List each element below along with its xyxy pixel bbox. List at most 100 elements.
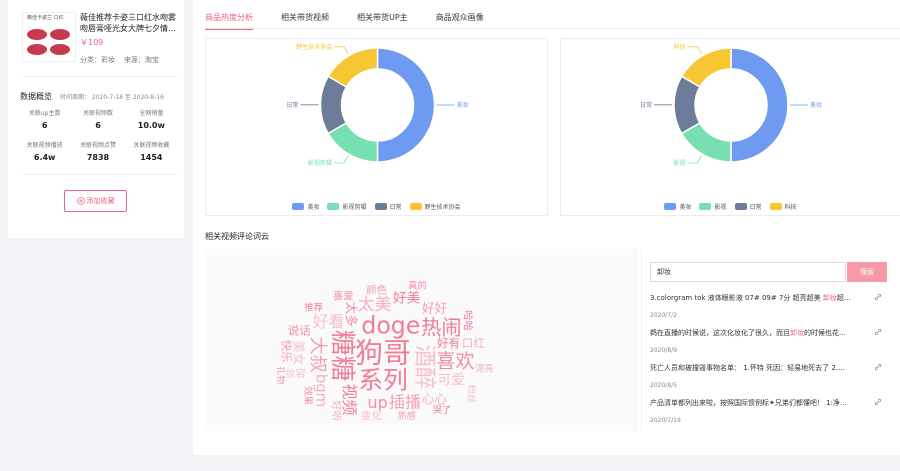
search-button[interactable]: 搜索: [847, 262, 887, 282]
wordcloud-word[interactable]: 好美: [393, 291, 421, 307]
wordcloud-word[interactable]: 系列: [358, 365, 407, 394]
tab-audience[interactable]: 商品观众画像: [436, 0, 484, 28]
donut-slice[interactable]: [376, 47, 436, 163]
wordcloud-word[interactable]: up: [368, 393, 388, 412]
stat-value: 6: [41, 121, 48, 130]
tab-related-up[interactable]: 相关带货UP主: [357, 0, 408, 28]
donut-chart-svg: 美妆影视剪辑 日常 野生技术协会: [286, 43, 468, 167]
stat-label: 关联视频点赞: [79, 142, 116, 149]
wordcloud-word[interactable]: 糖糖: [327, 330, 357, 382]
legend-item[interactable]: 科技: [769, 202, 797, 211]
wordcloud-word[interactable]: 颜色: [366, 284, 387, 297]
wordcloud-word[interactable]: 喜欢: [436, 349, 474, 372]
wordcloud-word[interactable]: 太多: [344, 302, 359, 327]
donut-slice[interactable]: [680, 47, 732, 88]
wordcloud-word[interactable]: 妆容: [285, 367, 306, 380]
legend-swatch: [409, 203, 422, 210]
comment-date: 2020/8/5: [650, 382, 677, 389]
product-thumbnail[interactable]: 薇佳卡姿兰 口红: [22, 12, 76, 62]
wordcloud-word[interactable]: 好看: [313, 312, 345, 331]
link-icon[interactable]: [874, 293, 882, 301]
legend-label: 美妆: [679, 204, 692, 211]
wordcloud-word[interactable]: 粉丝: [466, 385, 478, 404]
main-panel: 商品热度分析 相关带货视频 相关带货UP主 商品观众画像 美妆 影视剪辑 日常 野生技…: [193, 0, 900, 455]
legend-label: 日常: [389, 204, 402, 211]
comment-text: 产品清单都列出来啦，按照国际惯例标✦兄弟们都懂吧！ 1:净…: [650, 398, 870, 408]
wordcloud-word[interactable]: 礼物: [274, 366, 286, 385]
wordcloud-word[interactable]: 可爱: [437, 373, 464, 389]
comment-text: 死亡人员和被撞毁事物名单： 1.怀特 死因：轻易地死去了 2.…: [650, 363, 870, 373]
stat-value: 6.4w: [33, 153, 56, 162]
donut-slice[interactable]: [730, 47, 789, 163]
comment-item[interactable]: 产品清单都列出来啦，按照国际惯例标✦兄弟们都懂吧！ 1:净… 2020/7/19: [650, 398, 888, 424]
comment-highlight: 卸妆: [822, 294, 837, 302]
legend-item[interactable]: 影视: [699, 202, 727, 211]
comment-text-part: 的时候也花…: [804, 329, 846, 337]
donut-slice[interactable]: [327, 47, 379, 88]
slice-leader-line: [687, 46, 702, 55]
product-title[interactable]: 薇佳推荐卡姿三口红水吻雾吻唇膏哑光女大牌七夕情…: [80, 12, 178, 34]
stats-grid: 关联up主数 6 关联视频数 6 全网销量 10.0w 关联视频播放 6.4w 关联视频…: [18, 108, 178, 162]
wordcloud-word[interactable]: 酒醉: [411, 344, 437, 389]
slice-label: 日常: [286, 101, 298, 109]
link-icon[interactable]: [874, 398, 882, 406]
wordcloud-word[interactable]: 喜爱: [333, 289, 354, 302]
comment-text-part: 3.colorgram tok 液体眼影液 07# 09# 7分 超亮超美: [650, 294, 823, 302]
wordcloud-word[interactable]: 大叔: [307, 337, 328, 373]
legend-item[interactable]: 美妆: [292, 202, 319, 211]
wordcloud-word[interactable]: doge: [361, 311, 420, 339]
wordcloud-word[interactable]: 说话: [288, 323, 311, 337]
stat-label: 全网销量: [139, 110, 164, 117]
legend-label: 科技: [784, 204, 797, 211]
wordcloud-word[interactable]: 效果: [302, 386, 314, 405]
wordcloud-word[interactable]: 口红: [462, 336, 485, 350]
tab-related-videos[interactable]: 相关带货视频: [281, 0, 329, 28]
wordcloud-word[interactable]: 哭了: [433, 405, 452, 416]
comment-search-input[interactable]: [650, 262, 846, 282]
legend-swatch: [292, 203, 305, 210]
wordcloud-word[interactable]: bgm: [313, 374, 330, 407]
source-label: 来源：: [123, 56, 145, 64]
legend-swatch: [374, 203, 387, 210]
tab-divider: [205, 28, 900, 29]
comment-item[interactable]: 3.colorgram tok 液体眼影液 07# 09# 7分 超亮超美 卸妆…: [650, 293, 888, 319]
wordcloud-word[interactable]: 质感: [397, 410, 416, 422]
link-icon[interactable]: [874, 328, 882, 336]
comment-item[interactable]: 鹈在直播的时候说，这次化妆化了很久，而且卸妆的时候也花… 2020/8/9: [650, 328, 888, 354]
slice-label: 科技: [674, 43, 686, 51]
slice-label: 野生技术协会: [296, 43, 332, 51]
link-icon[interactable]: [874, 363, 882, 371]
wordcloud-word[interactable]: 好听: [330, 401, 342, 422]
add-favorite-button[interactable]: 添加收藏: [64, 190, 127, 212]
wordcloud-word[interactable]: 漂亮: [475, 362, 494, 374]
stat-label: 关联视频播放: [26, 142, 63, 149]
legend-label: 影视剪辑: [342, 204, 367, 211]
legend-item[interactable]: 野生技术协会: [409, 202, 461, 211]
wordcloud-word[interactable]: 好有: [437, 336, 460, 350]
comment-text-part: 死亡人员和被撞毁事物名单： 1.怀特 死因：轻易地死去了 2.…: [650, 364, 846, 372]
wordcloud-word[interactable]: 哈哈: [462, 310, 475, 331]
legend-item[interactable]: 影视剪辑: [327, 202, 367, 211]
wordcloud-word[interactable]: 变化: [361, 409, 382, 422]
wordcloud-word[interactable]: 插播: [389, 393, 421, 412]
legend-item[interactable]: 日常: [734, 202, 762, 211]
wordcloud-word[interactable]: 快乐: [280, 340, 294, 363]
legend-label: 野生技术协会: [424, 204, 461, 211]
tab-heat-analysis[interactable]: 商品热度分析: [205, 0, 253, 30]
divider: [22, 76, 178, 77]
comment-text: 鹈在直播的时候说，这次化妆化了很久，而且卸妆的时候也花…: [650, 328, 870, 338]
comment-highlight: 卸妆: [790, 329, 804, 337]
stat-value: 10.0w: [137, 121, 165, 130]
comment-item[interactable]: 死亡人员和被撞毁事物名单： 1.怀特 死因：轻易地死去了 2.… 2020/8/…: [650, 363, 888, 389]
thumbnail-caption: 薇佳卡姿兰 口红: [27, 15, 64, 21]
donut-chart-uploader-category: 美妆 影视剪辑 日常 野生技术协会 美妆 影视剪辑 日常 野生技术协会: [205, 38, 548, 216]
legend-item[interactable]: 日常: [374, 202, 402, 211]
slice-label: 影视剪辑: [308, 159, 332, 167]
wordcloud-word[interactable]: 太美: [358, 295, 392, 315]
donut-chart-svg: 美妆影视 日常 科技: [640, 43, 822, 167]
wordcloud-word[interactable]: 推荐: [304, 302, 323, 314]
wordcloud-word[interactable]: 真的: [408, 279, 427, 291]
comment-date: 2020/8/9: [650, 347, 677, 354]
wordcloud-word[interactable]: 好好: [422, 300, 448, 315]
legend-item[interactable]: 美妆: [664, 202, 691, 211]
